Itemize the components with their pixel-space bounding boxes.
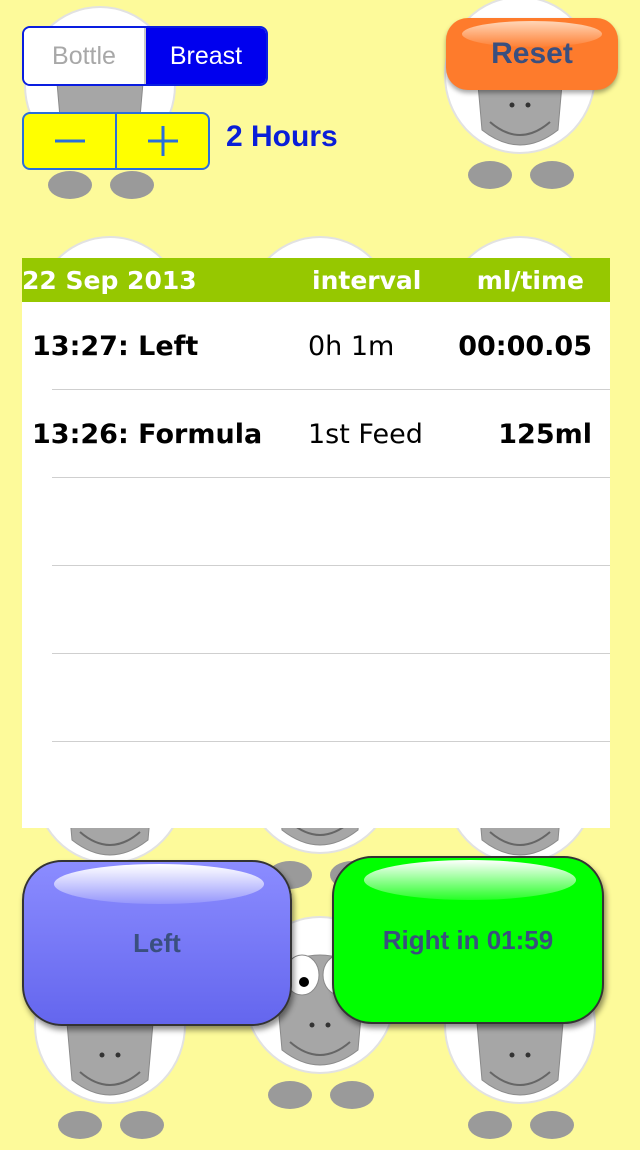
minus-icon <box>54 139 85 143</box>
table-row[interactable]: 13:26: Formula 1st Feed 125ml <box>22 390 610 478</box>
plus-icon <box>147 126 178 156</box>
row-label: 13:26: Formula <box>32 418 263 450</box>
table-header: 22 Sep 2013 interval ml/time <box>22 258 610 302</box>
row-interval: 0h 1m <box>308 330 395 362</box>
empty-table-row <box>22 654 610 742</box>
header-date: 22 Sep 2013 <box>22 265 197 295</box>
feed-log-table[interactable]: 22 Sep 2013 interval ml/time 13:27: Left… <box>22 258 610 828</box>
row-value: 00:00.05 <box>458 330 592 362</box>
left-button-label: Left <box>133 927 181 958</box>
button-gloss <box>364 860 576 900</box>
right-button-label: Right in 01:59 <box>382 924 554 955</box>
feed-type-segmented-control[interactable]: Bottle Breast <box>22 26 268 86</box>
row-value: 125ml <box>498 418 592 450</box>
interval-label: 2 Hours <box>226 120 338 153</box>
segment-bottle[interactable]: Bottle <box>24 28 146 84</box>
empty-table-row <box>22 566 610 654</box>
reset-button[interactable]: Reset <box>446 18 618 90</box>
header-interval: interval <box>312 265 422 295</box>
button-gloss <box>54 864 264 904</box>
decrement-button[interactable] <box>24 114 115 168</box>
reset-label: Reset <box>491 37 573 70</box>
empty-table-row <box>22 478 610 566</box>
row-interval: 1st Feed <box>308 418 423 450</box>
segment-breast[interactable]: Breast <box>146 28 266 84</box>
interval-stepper[interactable] <box>22 112 210 170</box>
right-side-button[interactable]: Right in 01:59 <box>332 856 604 1024</box>
table-row[interactable]: 13:27: Left 0h 1m 00:00.05 <box>22 302 610 390</box>
left-side-button[interactable]: Left <box>22 860 292 1026</box>
row-label: 13:27: Left <box>32 330 199 362</box>
header-ml-time: ml/time <box>476 265 584 295</box>
increment-button[interactable] <box>115 114 208 168</box>
